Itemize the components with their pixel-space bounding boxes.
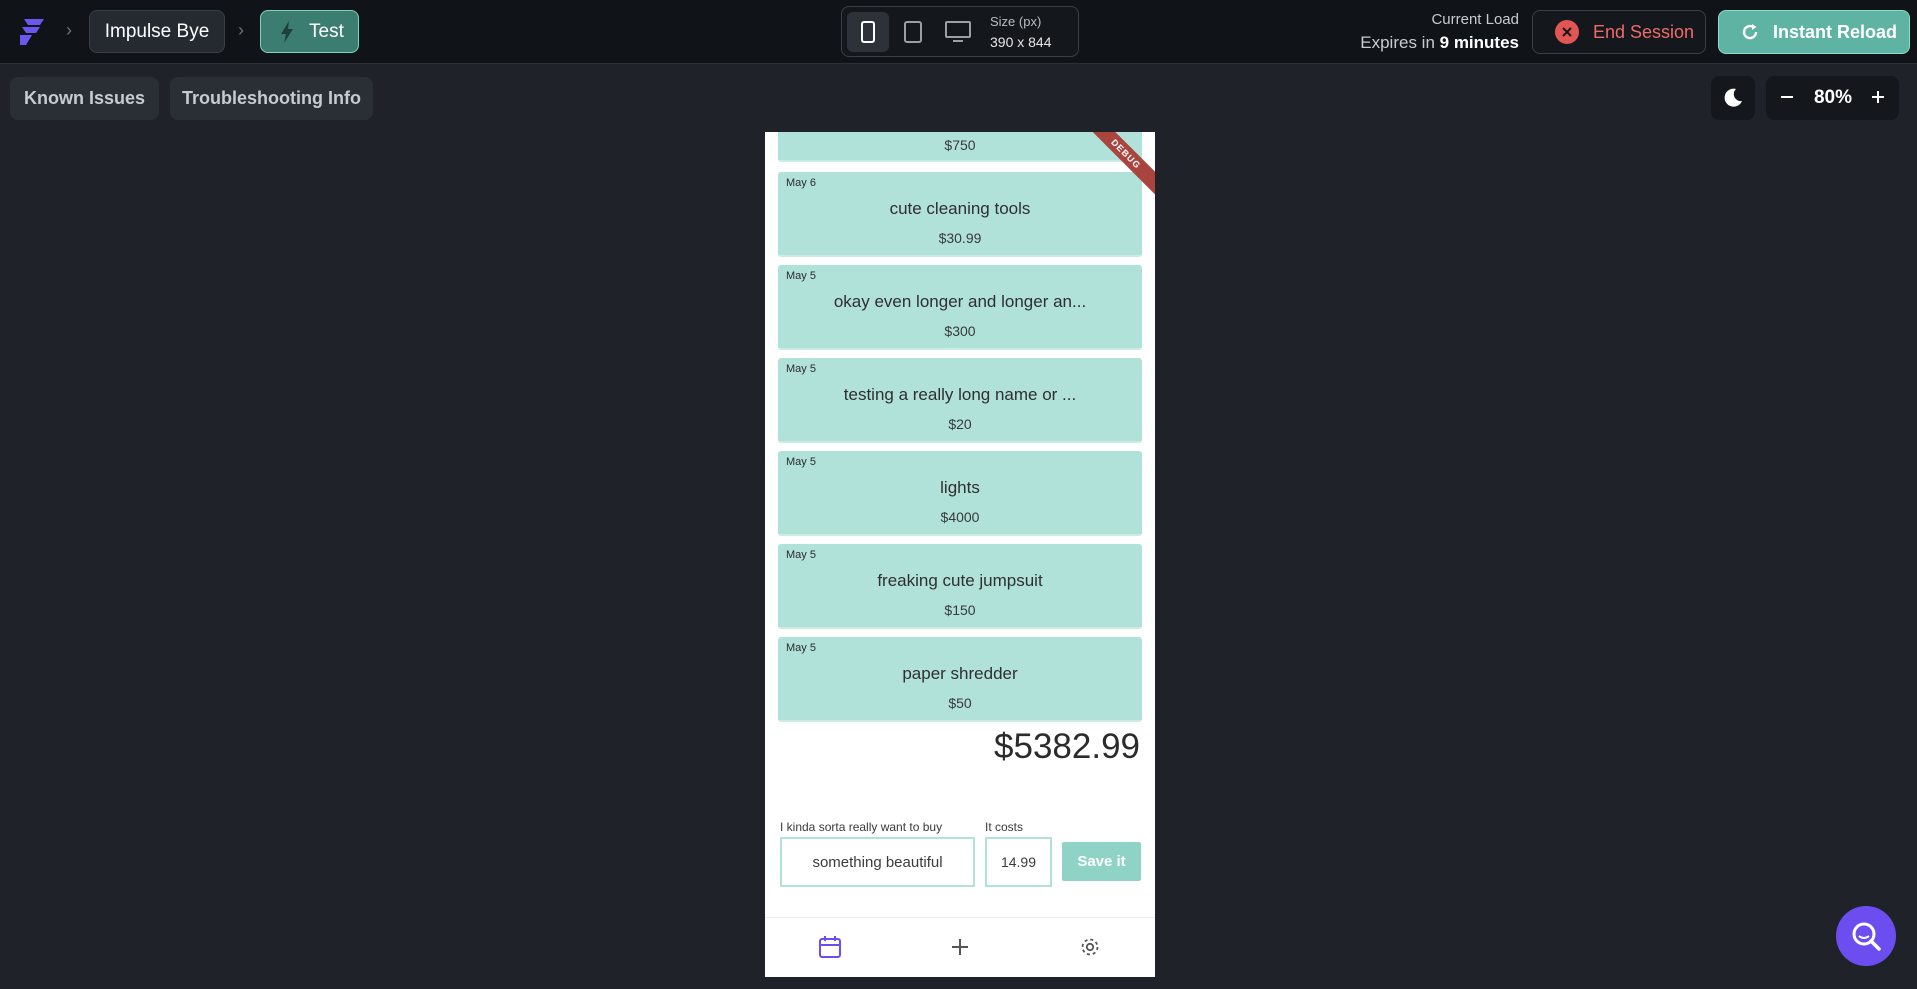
- save-it-label: Save it: [1077, 853, 1126, 870]
- cost-field-label: It costs: [985, 820, 1024, 834]
- list-item[interactable]: May 5 paper shredder $50: [778, 637, 1142, 722]
- item-name: paper shredder: [902, 664, 1018, 683]
- flutterflow-logo-icon[interactable]: [14, 13, 50, 49]
- instant-reload-label: Instant Reload: [1773, 21, 1898, 42]
- bottom-nav: [765, 917, 1155, 977]
- project-button[interactable]: Impulse Bye: [89, 10, 225, 53]
- item-price: $750: [944, 137, 976, 153]
- item-name-value: something beautiful: [812, 853, 943, 871]
- known-issues-label: Known Issues: [23, 88, 146, 108]
- cost-input[interactable]: 14.99: [985, 837, 1052, 887]
- list-item[interactable]: May 5 testing a really long name or ... …: [778, 358, 1142, 443]
- close-circle-icon: [1555, 20, 1579, 44]
- item-name: lights: [940, 478, 980, 497]
- project-name: Impulse Bye: [104, 20, 210, 42]
- item-price: $30.99: [938, 230, 982, 246]
- moon-icon: [1724, 88, 1742, 107]
- item-price: $150: [944, 602, 976, 618]
- troubleshooting-label: Troubleshooting Info: [182, 88, 361, 108]
- nav-add[interactable]: [945, 932, 975, 962]
- zoom-out-button[interactable]: [1772, 82, 1802, 112]
- item-date: May 5: [786, 549, 816, 561]
- gear-icon: [1081, 938, 1099, 956]
- item-name: cute cleaning tools: [889, 199, 1031, 218]
- item-date: May 5: [786, 270, 816, 282]
- tablet-device-button[interactable]: [892, 12, 934, 52]
- branch-name: Test: [309, 20, 344, 42]
- list-item[interactable]: May 5 freaking cute jumpsuit $150: [778, 544, 1142, 629]
- minus-icon: [1781, 96, 1793, 98]
- size-label: Size (px): [990, 14, 1042, 29]
- nav-calendar[interactable]: [815, 932, 845, 962]
- save-it-button[interactable]: Save it: [1062, 842, 1141, 881]
- item-date: May 6: [786, 177, 816, 189]
- item-price: $300: [944, 323, 976, 339]
- expiry-text: Expires in 9 minutes: [1360, 33, 1519, 53]
- desktop-icon: [945, 21, 971, 42]
- device-selector: Size (px) 390 x 844: [841, 6, 1079, 57]
- instant-reload-button[interactable]: Instant Reload: [1718, 10, 1910, 54]
- calendar-icon: [819, 936, 841, 958]
- item-price: $20: [948, 416, 972, 432]
- zoom-control: 80%: [1766, 76, 1899, 120]
- theme-toggle-button[interactable]: [1711, 76, 1755, 120]
- item-date: May 5: [786, 456, 816, 468]
- item-name-input[interactable]: something beautiful: [780, 837, 975, 887]
- reload-icon: [1742, 24, 1758, 40]
- total-amount: $5382.99: [994, 727, 1140, 766]
- list-item[interactable]: May 5 lights $4000: [778, 451, 1142, 536]
- phone-icon: [861, 21, 875, 43]
- size-value: 390 x 844: [990, 34, 1052, 50]
- item-price: $50: [948, 695, 972, 711]
- top-bar: › Impulse Bye › Test Size (px) 390 x 844…: [0, 0, 1917, 64]
- search-icon: [1852, 922, 1881, 951]
- branch-button[interactable]: Test: [260, 10, 359, 53]
- item-name: okay even longer and longer an...: [833, 292, 1087, 311]
- chevron-right-icon: ›: [66, 20, 72, 40]
- list-item[interactable]: $750: [778, 132, 1142, 162]
- item-name: testing a really long name or ...: [843, 385, 1077, 404]
- troubleshooting-info-button[interactable]: Troubleshooting Info: [170, 77, 373, 120]
- plus-icon: [1872, 91, 1884, 103]
- cost-value: 14.99: [1000, 854, 1037, 870]
- known-issues-button[interactable]: Known Issues: [10, 77, 159, 120]
- item-name: freaking cute jumpsuit: [877, 571, 1043, 590]
- expires-prefix: Expires in: [1360, 33, 1435, 52]
- zoom-in-button[interactable]: [1863, 82, 1893, 112]
- end-session-button[interactable]: End Session: [1532, 10, 1706, 54]
- search-help-button[interactable]: [1836, 906, 1896, 966]
- tablet-icon: [904, 21, 922, 43]
- item-price: $4000: [940, 509, 980, 525]
- bolt-icon: [281, 20, 293, 43]
- item-date: May 5: [786, 642, 816, 654]
- nav-settings[interactable]: [1075, 932, 1105, 962]
- end-session-label: End Session: [1593, 21, 1695, 42]
- desktop-device-button[interactable]: [937, 12, 979, 52]
- list-item[interactable]: May 5 okay even longer and longer an... …: [778, 265, 1142, 350]
- plus-icon: [952, 939, 968, 955]
- current-load-label: Current Load: [1431, 11, 1519, 28]
- item-date: May 5: [786, 363, 816, 375]
- list-item[interactable]: May 6 cute cleaning tools $30.99: [778, 172, 1142, 257]
- phone-device-button[interactable]: [847, 12, 889, 52]
- device-preview: $750 May 6 cute cleaning tools $30.99 Ma…: [765, 132, 1155, 977]
- chevron-right-icon: ›: [238, 20, 244, 40]
- expires-value: 9 minutes: [1439, 33, 1519, 52]
- item-field-label: I kinda sorta really want to buy: [780, 820, 943, 834]
- zoom-value: 80%: [1813, 87, 1853, 108]
